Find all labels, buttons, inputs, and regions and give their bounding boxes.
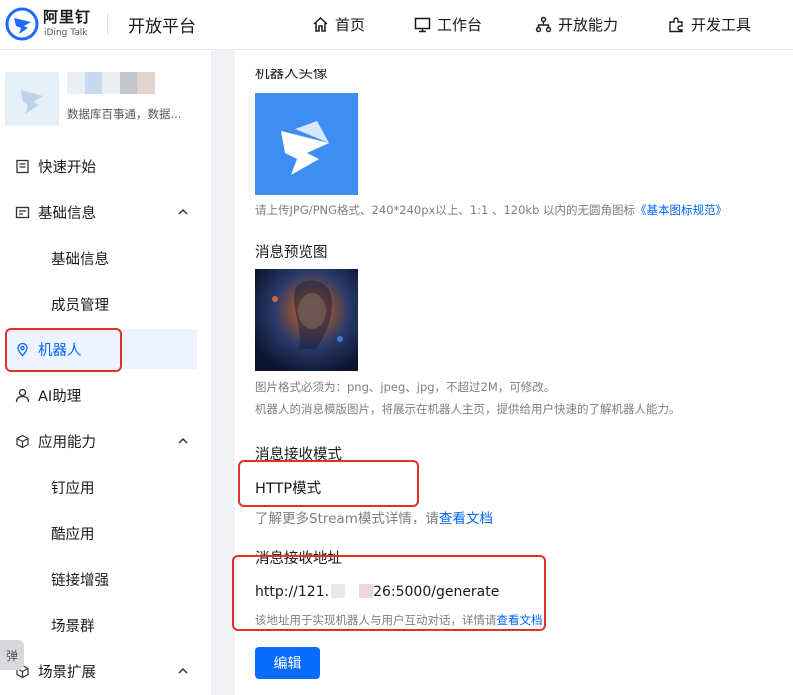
robot-icon [14,341,30,357]
sidebar-item-label: 链接增强 [51,572,109,589]
platform-title: 开放平台 [128,17,196,37]
nav-home-label: 首页 [335,16,366,34]
app-avatar [5,72,59,126]
dingtalk-logo-icon[interactable] [5,7,39,41]
sidebar-item-label: 基础信息 [51,251,109,268]
receive-url-title: 消息接收地址 [255,551,342,567]
sidebar-item-label: 成员管理 [51,297,109,314]
icon-spec-link[interactable]: 《基本图标规范》 [635,203,727,217]
nav-open-capability-label: 开放能力 [558,16,619,34]
sidebar-item-basic-info-group[interactable]: 基础信息 [0,192,212,232]
avatar-section-title: 机器人头像 [255,66,328,82]
nav-dev-tools-label: 开发工具 [691,16,752,34]
url-redacted-block [331,584,346,598]
robot-avatar-image[interactable] [255,93,358,195]
nav-open-capability[interactable]: 开放能力 [535,14,618,35]
sidebar-item-ding-app[interactable]: 钉应用 [0,467,212,507]
avatar-hint-text: 请上传JPG/PNG格式、240*240px以上、1:1 、120kb 以内的无… [255,203,636,217]
nav-workbench[interactable]: 工作台 [414,14,482,35]
nav-dev-tools[interactable]: 开发工具 [668,14,751,35]
receive-url-doc-link[interactable]: 查看文档 [497,613,543,627]
receive-url-value: http://121. 26:5000/generate [255,584,499,600]
sidebar-item-scene-group[interactable]: 场景群 [0,605,212,645]
sidebar-item-label: 场景群 [51,618,95,635]
sidebar-item-cool-app[interactable]: 酷应用 [0,513,212,553]
sidebar-item-basic-info[interactable]: 基础信息 [0,238,212,278]
preview-hint-1: 图片格式必须为：png、jpeg、jpg，不超过2M，可修改。 [255,380,556,394]
receive-mode-hint: 了解更多Stream模式详情，请查看文档 [255,507,493,527]
sidebar-item-scene-extension-group[interactable]: 场景扩展 [0,651,212,691]
top-header: 阿里钉 iDing Talk 开放平台 首页 工作台 开放能力 开发工具 [0,0,793,50]
tree-icon [535,16,552,33]
receive-url-hint: 该地址用于实现机器人与用户互动对话，详情请查看文档 [255,612,543,628]
sidebar-item-members[interactable]: 成员管理 [0,284,212,324]
sidebar-item-link-enhance[interactable]: 链接增强 [0,559,212,599]
receive-mode-hint-text: 了解更多Stream模式详情，请 [255,511,439,527]
app-description: 数据库百事通，数据... [67,107,182,121]
sidebar-item-robot[interactable]: 机器人 [5,329,197,369]
sidebar-item-label: 应用能力 [38,434,96,451]
sidebar-item-ai-assistant[interactable]: AI助理 [0,375,212,415]
puzzle-icon [669,17,683,33]
receive-mode-title: 消息接收模式 [255,447,342,463]
sidebar-item-label: 快速开始 [38,159,96,176]
chevron-up-icon[interactable] [176,205,190,219]
message-preview-image[interactable] [255,269,358,371]
brand-name: 阿里钉 [43,8,92,26]
app-name-redacted [67,72,155,94]
preview-portrait-icon [272,280,343,349]
sidebar-item-label: 基础信息 [38,205,96,222]
monitor-icon [414,17,431,33]
sidebar-item-label: 场景扩展 [38,664,96,681]
preview-hint-2: 机器人的消息模版图片，将展示在机器人主页，提供给用户快速的了解机器人能力。 [255,402,681,416]
home-icon [313,16,328,32]
sidebar-item-label: 钉应用 [51,480,95,497]
chevron-up-icon[interactable] [176,434,190,448]
receive-url-hint-text: 该地址用于实现机器人与用户互动对话，详情请 [255,613,497,627]
card-icon [14,204,30,220]
receive-mode-value: HTTP模式 [255,481,322,497]
floating-popup-button[interactable]: 弹 [0,640,24,670]
main-content: 机器人头像 请上传JPG/PNG格式、240*240px以上、1:1 、120k… [235,50,793,695]
robot-avatar-logo-icon [281,121,329,175]
sidebar: 数据库百事通，数据... 快速开始 基础信息 基础信息 成员管理 机器人 AI助… [0,50,212,695]
app-logo-icon [21,90,43,114]
receive-mode-doc-link[interactable]: 查看文档 [439,511,493,527]
brand-divider [107,13,108,35]
app-card[interactable]: 数据库百事通，数据... [5,72,210,130]
user-icon [14,387,30,403]
chevron-up-icon[interactable] [176,664,190,678]
cube-icon [14,433,30,449]
nav-home[interactable]: 首页 [312,14,365,35]
sidebar-item-app-capability-group[interactable]: 应用能力 [0,421,212,461]
document-icon [14,158,30,174]
preview-section-title: 消息预览图 [255,245,328,261]
nav-workbench-label: 工作台 [437,16,483,34]
sidebar-item-label: 酷应用 [51,526,95,543]
sidebar-item-quickstart[interactable]: 快速开始 [0,146,212,186]
edit-button[interactable]: 编辑 [255,647,320,679]
receive-url-suffix: 26:5000/generate [373,584,500,600]
url-redacted-block [359,584,374,598]
receive-url-prefix: http://121. [255,584,330,600]
brand-subtitle: iDing Talk [44,28,88,38]
avatar-hint: 请上传JPG/PNG格式、240*240px以上、1:1 、120kb 以内的无… [255,202,727,218]
sidebar-item-label: AI助理 [38,388,82,405]
sidebar-item-label: 机器人 [38,342,82,359]
